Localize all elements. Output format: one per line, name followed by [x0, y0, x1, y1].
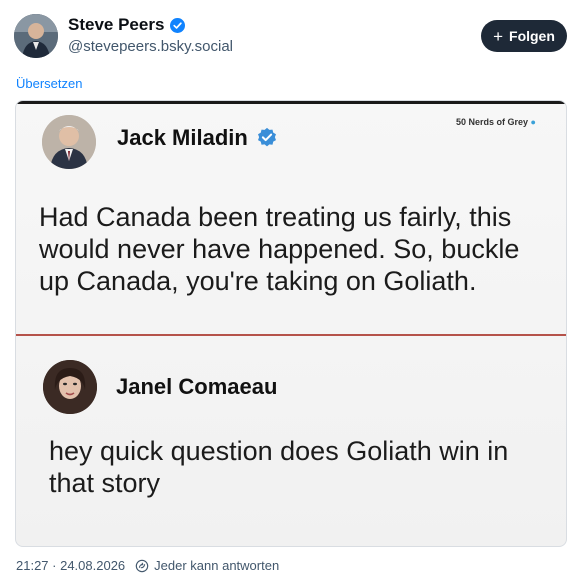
- follow-button[interactable]: + Folgen: [481, 20, 567, 52]
- reply-setting-label: Jeder kann antworten: [154, 558, 280, 573]
- follow-label: Folgen: [509, 28, 555, 44]
- watermark: 50 Nerds of Grey ●: [456, 117, 536, 127]
- reply-setting[interactable]: Jeder kann antworten: [135, 558, 279, 573]
- post-image[interactable]: 50 Nerds of Grey ● Jack Miladin Had Cana…: [15, 100, 567, 547]
- tweet2-author-name: Janel Comaeau: [116, 374, 278, 399]
- plus-icon: +: [493, 26, 504, 46]
- post-timestamp[interactable]: 21:27 · 24.08.2026: [16, 558, 125, 573]
- tweet-divider: [16, 334, 566, 336]
- globe-icon: [135, 559, 149, 572]
- watermark-text: 50 Nerds of Grey: [456, 117, 529, 127]
- tweet2-avatar: [43, 360, 97, 414]
- author-avatar[interactable]: [14, 14, 58, 58]
- translate-link[interactable]: Übersetzen: [16, 76, 82, 91]
- verified-check-icon: [170, 17, 186, 33]
- tweet1-author-name: Jack Miladin: [117, 125, 248, 150]
- author-name[interactable]: Steve Peers: [68, 15, 164, 35]
- post-footer: 21:27 · 24.08.2026 Jeder kann antworten: [16, 558, 279, 573]
- author-handle[interactable]: @stevepeers.bsky.social: [68, 38, 233, 55]
- watermark-dot-icon: ●: [530, 117, 536, 127]
- tweet1-avatar: [42, 115, 96, 169]
- verified-badge-icon: [257, 127, 276, 147]
- tweet1-name-row: Jack Miladin: [117, 125, 278, 151]
- author-name-row: Steve Peers: [68, 15, 186, 35]
- tweet2-text: hey quick question does Goliath win in t…: [49, 436, 509, 498]
- image-top-border: [16, 101, 566, 104]
- tweet1-text: Had Canada been treating us fairly, this…: [39, 202, 520, 296]
